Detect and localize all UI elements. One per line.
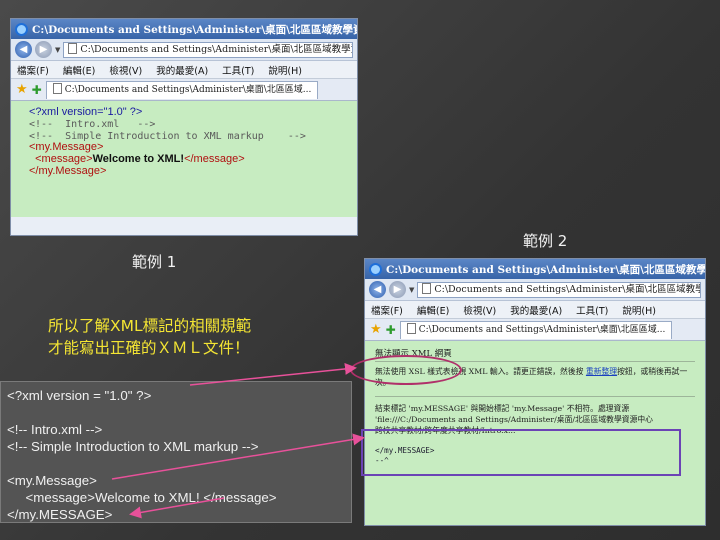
- menu-tools[interactable]: 工具(T): [222, 63, 254, 77]
- highlight-ellipse: [350, 355, 462, 385]
- title-bar: C:\Documents and Settings\Administer\桌面\…: [365, 259, 705, 279]
- xml-message-open-tag: <message>: [29, 153, 93, 166]
- add-favorite-icon[interactable]: ✚: [386, 324, 396, 336]
- history-dropdown-icon[interactable]: ▼: [409, 286, 414, 294]
- ie-logo-icon: [369, 262, 382, 276]
- address-text: C:\Documents and Settings\Administer\桌面\…: [434, 283, 700, 295]
- menu-edit[interactable]: 編輯(E): [63, 63, 95, 77]
- add-favorite-icon[interactable]: ✚: [32, 84, 42, 96]
- browser-tab[interactable]: C:\Documents and Settings\Administer\桌面\…: [45, 80, 319, 99]
- error-detail-line: 結束標記 'my.MESSAGE' 與開始標記 'my.Message' 不相符…: [375, 404, 630, 413]
- history-dropdown-icon[interactable]: ▼: [55, 46, 60, 54]
- tab-title: C:\Documents and Settings\Administer\桌面\…: [418, 324, 666, 335]
- page-content: <?xml version="1.0" ?> <!-- Intro.xml --…: [11, 101, 357, 217]
- browser-window-example-2: C:\Documents and Settings\Administer\桌面\…: [364, 258, 706, 526]
- title-bar: C:\Documents and Settings\Administer\桌面\…: [11, 19, 357, 39]
- xml-code-panel: <?xml version = "1.0" ?> <!-- Intro.xml …: [0, 381, 352, 523]
- explanation-line: 所以了解XML標記的相關規範: [48, 317, 252, 335]
- favorites-bar: ★ ✚ C:\Documents and Settings\Administer…: [11, 79, 357, 101]
- refresh-link[interactable]: 重新整理: [586, 367, 617, 376]
- code-line: <message>Welcome to XML! </message>: [7, 490, 277, 505]
- browser-window-example-1: C:\Documents and Settings\Administer\桌面\…: [10, 18, 358, 236]
- address-row: ◀ ▶ ▼ C:\Documents and Settings\Administ…: [365, 279, 705, 301]
- menu-view[interactable]: 檢視(V): [109, 63, 142, 77]
- browser-tab[interactable]: C:\Documents and Settings\Administer\桌面\…: [399, 320, 673, 339]
- window-title: C:\Documents and Settings\Administer\桌面\…: [386, 263, 706, 276]
- page-icon: [422, 282, 432, 294]
- menu-file[interactable]: 檔案(F): [17, 63, 49, 77]
- code-line: <!-- Simple Introduction to XML markup -…: [7, 439, 259, 454]
- explanation-text: 所以了解XML標記的相關規範 才能寫出正確的ＸＭＬ文件！: [48, 315, 251, 359]
- address-bar[interactable]: C:\Documents and Settings\Administer\桌面\…: [63, 41, 353, 58]
- error-detail-line: 'file:///C:/Documents and Settings/Admin…: [375, 415, 653, 424]
- page-icon: [68, 42, 78, 54]
- explanation-line: 才能寫出正確的ＸＭＬ文件！: [48, 339, 250, 357]
- xml-message-close-tag: </message>: [184, 153, 245, 166]
- menu-edit[interactable]: 編輯(E): [417, 303, 449, 317]
- example-1-label: 範例 1: [132, 253, 177, 271]
- window-title: C:\Documents and Settings\Administer\桌面\…: [32, 23, 357, 36]
- xml-comment: <!-- Intro.xml -->: [29, 118, 156, 130]
- menu-bar: 檔案(F) 編輯(E) 檢視(V) 我的最愛(A) 工具(T) 說明(H): [365, 301, 705, 319]
- code-line: </my.MESSAGE>: [7, 507, 113, 522]
- tab-page-icon: [52, 82, 62, 94]
- menu-view[interactable]: 檢視(V): [463, 303, 496, 317]
- code-line: <my.Message>: [7, 473, 97, 488]
- favorites-star-icon[interactable]: ★: [370, 323, 382, 336]
- menu-file[interactable]: 檔案(F): [371, 303, 403, 317]
- address-text: C:\Documents and Settings\Administer\桌面\…: [80, 43, 353, 55]
- menu-favorites[interactable]: 我的最愛(A): [510, 303, 562, 317]
- menu-help[interactable]: 說明(H): [268, 63, 302, 77]
- menu-tools[interactable]: 工具(T): [576, 303, 608, 317]
- code-line: <!-- Intro.xml -->: [7, 422, 103, 437]
- favorites-star-icon[interactable]: ★: [16, 83, 28, 96]
- xml-declaration: <?xml version="1.0" ?>: [29, 106, 143, 118]
- menu-help[interactable]: 說明(H): [622, 303, 656, 317]
- back-arrow-icon[interactable]: ◀: [369, 281, 386, 298]
- forward-arrow-icon[interactable]: ▶: [389, 281, 406, 298]
- divider: [375, 396, 695, 397]
- code-line: <?xml version = "1.0" ?>: [7, 388, 152, 403]
- menu-bar: 檔案(F) 編輯(E) 檢視(V) 我的最愛(A) 工具(T) 說明(H): [11, 61, 357, 79]
- address-row: ◀ ▶ ▼ C:\Documents and Settings\Administ…: [11, 39, 357, 61]
- tab-title: C:\Documents and Settings\Administer\桌面\…: [64, 84, 312, 95]
- back-arrow-icon[interactable]: ◀: [15, 41, 32, 58]
- favorites-bar: ★ ✚ C:\Documents and Settings\Administer…: [365, 319, 705, 341]
- address-bar[interactable]: C:\Documents and Settings\Administer\桌面\…: [417, 281, 701, 298]
- xml-message-text: Welcome to XML!: [92, 153, 185, 166]
- tab-page-icon: [406, 322, 416, 334]
- forward-arrow-icon[interactable]: ▶: [35, 41, 52, 58]
- ie-logo-icon: [15, 22, 28, 36]
- example-2-label: 範例 2: [523, 232, 568, 250]
- xml-root-close-tag: </my.Message>: [29, 164, 107, 177]
- highlight-box: [361, 429, 681, 476]
- menu-favorites[interactable]: 我的最愛(A): [156, 63, 208, 77]
